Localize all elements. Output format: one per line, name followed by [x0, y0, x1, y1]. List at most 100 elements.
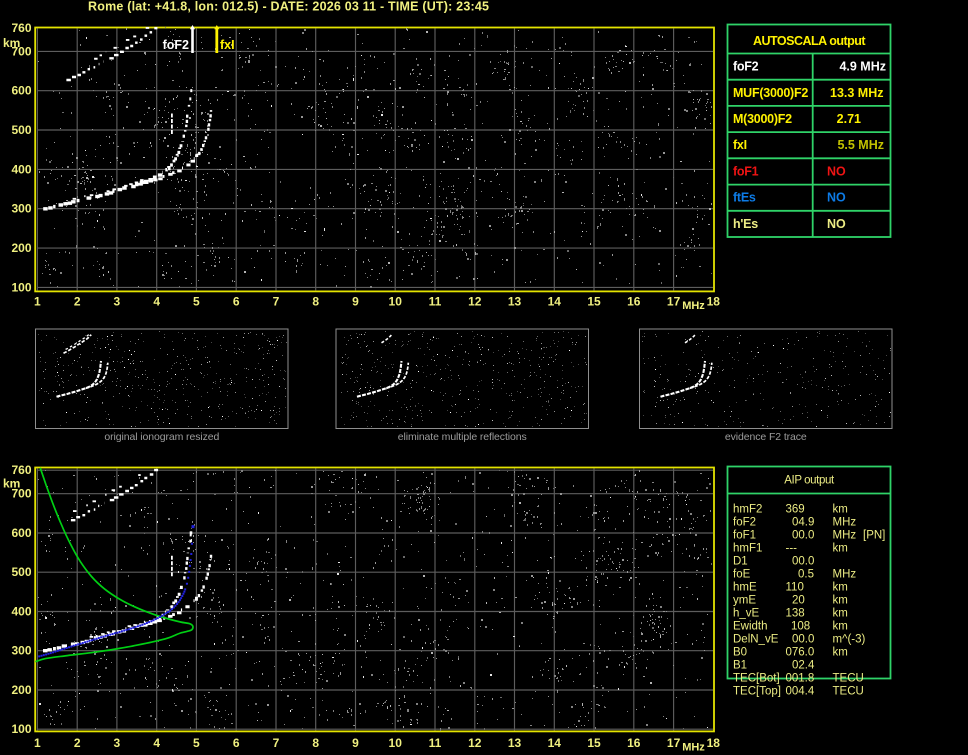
svg-text:400: 400	[11, 162, 31, 176]
svg-text:Ewidth: Ewidth	[733, 621, 768, 633]
svg-text:11: 11	[429, 736, 442, 750]
svg-text:4: 4	[153, 294, 160, 308]
svg-text:10: 10	[389, 294, 403, 308]
svg-text:110: 110	[786, 582, 804, 594]
svg-text:km: km	[833, 582, 848, 594]
svg-text:km: km	[833, 608, 848, 620]
svg-text:foF2: foF2	[163, 38, 189, 52]
svg-text:TEC[Bot]: TEC[Bot]	[733, 673, 780, 685]
svg-text:108: 108	[791, 621, 810, 633]
svg-text:004.4: 004.4	[786, 686, 815, 698]
svg-text:11: 11	[429, 294, 442, 308]
svg-text:600: 600	[11, 84, 31, 98]
svg-text:0.5: 0.5	[798, 569, 814, 581]
svg-text:B1: B1	[733, 660, 747, 672]
svg-text:NO: NO	[827, 164, 846, 178]
svg-text:5: 5	[193, 736, 200, 750]
svg-text:foF1: foF1	[733, 164, 759, 178]
svg-text:760: 760	[11, 21, 31, 35]
svg-text:ymE: ymE	[733, 595, 756, 607]
svg-text:400: 400	[11, 605, 31, 619]
svg-text:foF1: foF1	[733, 530, 756, 542]
svg-text:---: ---	[786, 543, 798, 555]
svg-text:138: 138	[786, 608, 805, 620]
svg-text:100: 100	[11, 280, 31, 294]
svg-text:00.0: 00.0	[792, 530, 814, 542]
svg-text:100: 100	[11, 722, 31, 736]
svg-text:MHz: MHz	[833, 569, 857, 581]
svg-text:NO: NO	[827, 217, 846, 231]
svg-text:7: 7	[273, 294, 280, 308]
svg-text:14: 14	[548, 736, 562, 750]
svg-text:15: 15	[587, 294, 601, 308]
svg-text:9: 9	[352, 294, 359, 308]
svg-text:original ionogram resized: original ionogram resized	[104, 431, 219, 443]
svg-text:foE: foE	[733, 569, 751, 581]
svg-text:4: 4	[153, 736, 160, 750]
svg-text:14: 14	[548, 294, 562, 308]
svg-text:km: km	[3, 36, 20, 50]
svg-text:16: 16	[627, 294, 641, 308]
svg-text:MUF(3000)F2: MUF(3000)F2	[733, 86, 808, 100]
svg-text:Rome (lat: +41.8, lon: 012.5): Rome (lat: +41.8, lon: 012.5) - DATE: 20…	[88, 0, 489, 14]
svg-text:fxI: fxI	[733, 138, 747, 152]
svg-text:8: 8	[312, 294, 319, 308]
svg-text:13: 13	[508, 294, 522, 308]
svg-text:TECU: TECU	[833, 673, 864, 685]
svg-text:km: km	[833, 621, 848, 633]
svg-text:1: 1	[34, 736, 41, 750]
svg-text:6: 6	[233, 736, 240, 750]
svg-text:foF2: foF2	[733, 517, 756, 529]
svg-text:evidence F2 trace: evidence F2 trace	[725, 431, 807, 443]
svg-text:7: 7	[273, 736, 280, 750]
svg-text:MHz: MHz	[682, 742, 705, 754]
svg-text:h'Es: h'Es	[733, 217, 758, 231]
svg-text:17: 17	[667, 736, 681, 750]
svg-text:076.0: 076.0	[786, 647, 815, 659]
svg-text:00.0: 00.0	[792, 556, 814, 568]
svg-text:M(3000)F2: M(3000)F2	[733, 112, 792, 126]
svg-text:eliminate multiple reflections: eliminate multiple reflections	[398, 431, 527, 443]
svg-text:200: 200	[11, 241, 31, 255]
svg-text:16: 16	[627, 736, 641, 750]
svg-text:2.71: 2.71	[837, 112, 861, 126]
svg-text:2: 2	[74, 736, 81, 750]
svg-text:1: 1	[34, 294, 41, 308]
svg-text:hmF2: hmF2	[733, 504, 762, 516]
svg-text:18: 18	[707, 736, 721, 750]
svg-text:ftEs: ftEs	[733, 191, 756, 205]
svg-text:00.0: 00.0	[792, 634, 814, 646]
svg-text:km: km	[3, 477, 20, 491]
svg-text:MHz: MHz	[682, 300, 705, 312]
svg-text:18: 18	[707, 294, 721, 308]
svg-text:8: 8	[312, 736, 319, 750]
svg-text:4.9 MHz: 4.9 MHz	[839, 60, 886, 74]
svg-text:2: 2	[74, 294, 81, 308]
svg-text:3: 3	[114, 736, 121, 750]
svg-text:12: 12	[468, 294, 482, 308]
svg-text:hmF1: hmF1	[733, 543, 762, 555]
svg-text:hmE: hmE	[733, 582, 757, 594]
svg-text:TEC[Top]: TEC[Top]	[733, 686, 781, 698]
svg-text:MHz: MHz	[833, 517, 857, 529]
svg-text:km: km	[833, 504, 848, 516]
svg-text:fxI: fxI	[220, 38, 235, 52]
svg-text:5.5 MHz: 5.5 MHz	[837, 138, 884, 152]
svg-text:B0: B0	[733, 647, 747, 659]
svg-text:foF2: foF2	[733, 60, 759, 74]
svg-text:500: 500	[11, 123, 31, 137]
svg-text:02.4: 02.4	[792, 660, 815, 672]
svg-text:km: km	[833, 543, 848, 555]
svg-text:04.9: 04.9	[792, 517, 814, 529]
svg-text:500: 500	[11, 565, 31, 579]
svg-text:m^(-3): m^(-3)	[833, 634, 866, 646]
svg-text:[PN]: [PN]	[863, 530, 885, 542]
svg-text:20: 20	[792, 595, 805, 607]
svg-text:12: 12	[468, 736, 482, 750]
svg-text:NO: NO	[827, 191, 846, 205]
svg-text:6: 6	[233, 294, 240, 308]
svg-text:9: 9	[352, 736, 359, 750]
svg-text:AIP output: AIP output	[784, 475, 835, 487]
svg-text:200: 200	[11, 683, 31, 697]
svg-text:369: 369	[786, 504, 805, 516]
